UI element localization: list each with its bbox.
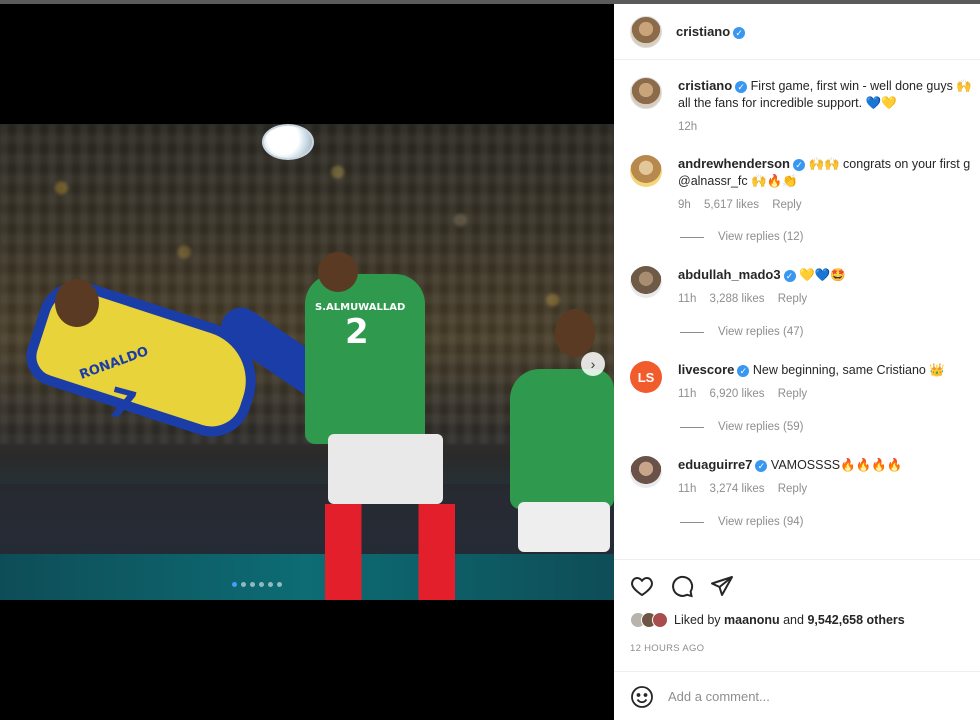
comment-input[interactable] xyxy=(668,689,948,704)
verified-icon: ✓ xyxy=(783,269,796,282)
view-replies-button[interactable]: View replies (94) xyxy=(680,516,803,528)
carousel-dot xyxy=(250,582,255,587)
post-side-panel: cristiano ✓ cristiano ✓ First game, first … xyxy=(614,4,980,720)
comment-likes[interactable]: 3,288 likes xyxy=(710,293,765,305)
player-opponent xyxy=(305,274,425,444)
verified-icon: ✓ xyxy=(792,158,805,171)
carousel-dot xyxy=(259,582,264,587)
comment-likes[interactable]: 5,617 likes xyxy=(704,199,759,211)
comment-time: 11h xyxy=(678,483,697,495)
commenter-avatar[interactable] xyxy=(630,155,662,187)
likes-summary: Liked by maanonu and 9,542,658 others xyxy=(630,612,905,628)
commenter-avatar[interactable] xyxy=(630,266,662,298)
comment-text-cont: @alnassr_fc 🙌🔥👏 xyxy=(678,174,798,188)
reply-button[interactable]: Reply xyxy=(778,293,807,305)
comment-username[interactable]: livescore xyxy=(678,362,734,377)
comment-likes[interactable]: 3,274 likes xyxy=(710,483,765,495)
verified-icon: ✓ xyxy=(755,459,768,472)
comment-icon[interactable] xyxy=(670,574,694,598)
liked-by-others[interactable]: 9,542,658 others xyxy=(807,613,904,627)
comment-text: 💛💙🤩 xyxy=(799,268,846,282)
opponent-number: 2 xyxy=(345,312,369,352)
caption: cristiano ✓ First game, first win - well … xyxy=(630,77,980,136)
comment-username[interactable]: abdullah_mado3 xyxy=(678,267,781,282)
carousel-dot xyxy=(232,582,237,587)
verified-icon: ✓ xyxy=(733,26,746,39)
caption-username[interactable]: cristiano xyxy=(678,78,732,93)
carousel-indicator xyxy=(232,582,282,587)
verified-icon: ✓ xyxy=(735,80,748,93)
reply-button[interactable]: Reply xyxy=(772,199,801,211)
share-icon[interactable] xyxy=(710,574,734,598)
comments-list[interactable]: cristiano ✓ First game, first win - well … xyxy=(614,61,980,559)
author-avatar[interactable] xyxy=(630,15,662,48)
chevron-right-icon: › xyxy=(590,356,596,372)
reply-button[interactable]: Reply xyxy=(778,483,807,495)
comment-text: VAMOSSSS🔥🔥🔥🔥 xyxy=(770,458,903,472)
comment-time: 9h xyxy=(678,199,691,211)
comment-time: 11h xyxy=(678,388,697,400)
commenter-avatar[interactable] xyxy=(630,456,662,488)
post-photo: RONALDO 7 S.ALMUWALLAD 2 xyxy=(0,124,614,600)
caption-avatar[interactable] xyxy=(630,77,662,109)
action-icons xyxy=(630,574,734,598)
post-actions: Liked by maanonu and 9,542,658 others 12… xyxy=(614,559,980,720)
add-comment-bar xyxy=(614,671,980,720)
reply-button[interactable]: Reply xyxy=(778,388,807,400)
comment-likes[interactable]: 6,920 likes xyxy=(710,388,765,400)
verified-icon: ✓ xyxy=(737,364,750,377)
player-opponent-2 xyxy=(510,369,614,509)
caption-text: First game, first win - well done guys 🙌 xyxy=(750,79,972,93)
comment-username[interactable]: andrewhenderson xyxy=(678,156,790,171)
caption-time: 12h xyxy=(678,121,698,133)
media-panel: RONALDO 7 S.ALMUWALLAD 2 › xyxy=(0,4,614,720)
carousel-dot xyxy=(268,582,273,587)
carousel-dot xyxy=(277,582,282,587)
liked-by-avatars xyxy=(630,612,668,628)
ad-board xyxy=(0,554,614,600)
next-image-button[interactable]: › xyxy=(581,352,605,376)
comment-item: andrewhenderson ✓ 🙌🙌 congrats on your fir… xyxy=(630,155,980,214)
emoji-icon[interactable] xyxy=(630,685,654,709)
post-timestamp: 12 HOURS AGO xyxy=(630,643,705,654)
post-header: cristiano ✓ xyxy=(614,4,980,60)
comment-text: New beginning, same Cristiano 👑 xyxy=(752,363,945,377)
comment-item: eduaguirre7 ✓ VAMOSSSS🔥🔥🔥🔥 11h 3,274 like… xyxy=(630,456,980,498)
football xyxy=(262,124,314,160)
carousel-dot xyxy=(241,582,246,587)
comment-item: LS livescore ✓ New beginning, same Cristi… xyxy=(630,361,980,403)
view-replies-button[interactable]: View replies (12) xyxy=(680,231,803,243)
comment-item: abdullah_mado3 ✓ 💛💙🤩 11h 3,288 likes Repl… xyxy=(630,266,980,308)
view-replies-button[interactable]: View replies (47) xyxy=(680,326,803,338)
comment-username[interactable]: eduaguirre7 xyxy=(678,457,752,472)
author-username[interactable]: cristiano xyxy=(676,24,730,39)
liked-by-user[interactable]: maanonu xyxy=(724,613,780,627)
caption-text-cont: all the fans for incredible support. 💙💛 xyxy=(678,96,897,110)
comment-time: 11h xyxy=(678,293,697,305)
heart-icon[interactable] xyxy=(630,574,654,598)
view-replies-button[interactable]: View replies (59) xyxy=(680,421,803,433)
commenter-avatar[interactable]: LS xyxy=(630,361,662,393)
comment-text: 🙌🙌 congrats on your first g xyxy=(808,157,971,171)
